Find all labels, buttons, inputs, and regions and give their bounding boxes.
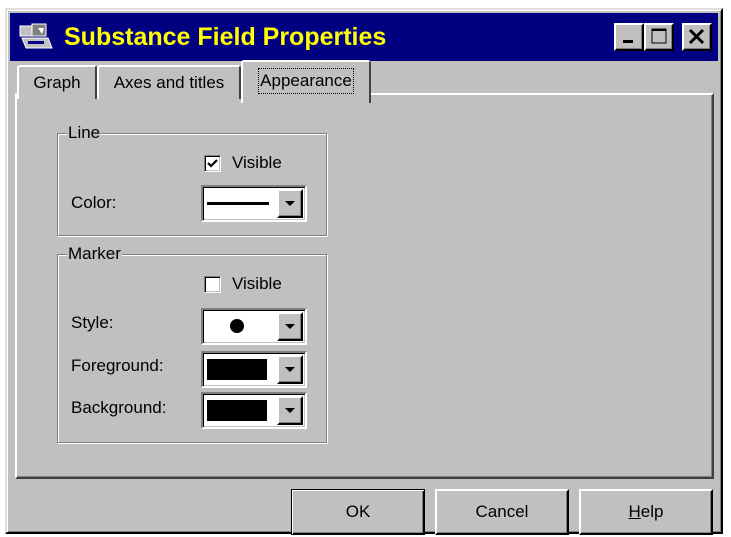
dropdown-arrow-icon[interactable] <box>277 396 303 425</box>
title-bar[interactable]: Substance Field Properties <box>10 13 718 61</box>
marker-group: Marker Visible Style: Foreground: Backgr… <box>57 244 327 443</box>
app-icon <box>19 23 53 49</box>
tab-graph[interactable]: Graph <box>17 65 97 99</box>
marker-group-title: Marker <box>67 244 122 264</box>
background-swatch <box>207 400 267 421</box>
cancel-button[interactable]: Cancel <box>435 489 569 535</box>
marker-background-label: Background: <box>71 398 167 417</box>
dropdown-arrow-icon[interactable] <box>277 189 303 218</box>
marker-style-combo[interactable] <box>201 308 307 345</box>
marker-foreground-combo[interactable] <box>201 351 307 388</box>
foreground-swatch <box>207 359 267 380</box>
help-label: elp <box>640 502 664 521</box>
maximize-icon <box>651 28 667 44</box>
dropdown-arrow-icon[interactable] <box>277 355 303 384</box>
help-button[interactable]: Help <box>579 489 713 535</box>
marker-visible-label[interactable]: Visible <box>232 274 282 294</box>
minimize-button[interactable] <box>614 23 644 51</box>
help-accelerator: H <box>628 502 641 521</box>
line-group: Line Visible Color: <box>57 123 327 236</box>
line-group-title: Line <box>67 123 102 143</box>
close-button[interactable] <box>682 23 712 51</box>
tab-axes-and-titles[interactable]: Axes and titles <box>97 65 241 99</box>
dialog-window: Substance Field Properties Line Visible … <box>5 8 723 535</box>
tab-axes-label: Axes and titles <box>113 73 225 92</box>
line-visible-checkbox[interactable] <box>204 155 221 172</box>
minimize-icon <box>623 40 633 43</box>
marker-dot <box>230 319 244 333</box>
dropdown-arrow-icon[interactable] <box>277 312 303 341</box>
tab-panel-appearance: Line Visible Color: Marker Visible Style… <box>15 93 714 479</box>
tab-graph-label: Graph <box>33 73 81 92</box>
marker-foreground-label: Foreground: <box>71 356 164 375</box>
maximize-button[interactable] <box>644 23 674 51</box>
marker-background-combo[interactable] <box>201 392 307 429</box>
window-title: Substance Field Properties <box>64 23 387 51</box>
line-visible-label[interactable]: Visible <box>232 153 282 173</box>
line-color-label: Color: <box>71 193 117 212</box>
tab-appearance-label: Appearance <box>258 68 354 94</box>
line-swatch <box>207 202 269 205</box>
close-icon <box>688 28 705 45</box>
marker-visible-checkbox[interactable] <box>204 276 221 293</box>
tab-appearance[interactable]: Appearance <box>241 60 371 103</box>
marker-style-label: Style: <box>71 313 114 332</box>
ok-button[interactable]: OK <box>291 489 425 535</box>
line-color-combo[interactable] <box>201 185 307 222</box>
checkmark-icon <box>207 159 218 168</box>
